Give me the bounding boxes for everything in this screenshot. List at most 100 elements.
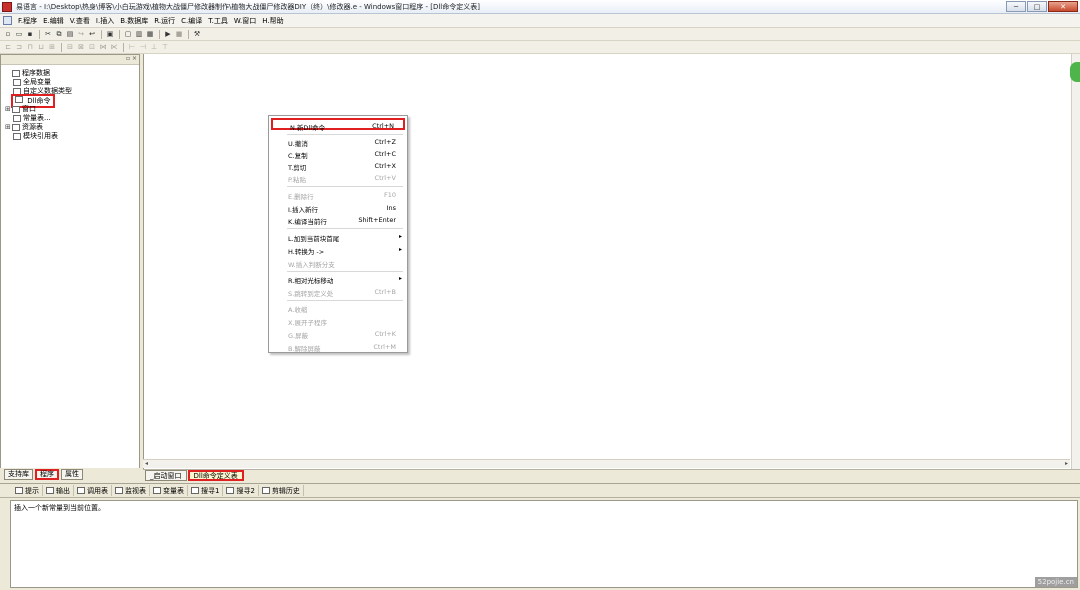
- window-controls: ─ □ ✕: [1006, 1, 1078, 12]
- hint-text-area[interactable]: 插入一个新常量到当前位置。: [10, 500, 1078, 588]
- tab-variables[interactable]: 变量表: [150, 485, 188, 496]
- menu-item-cut[interactable]: T.剪切 Ctrl+X: [269, 160, 407, 172]
- same-size-icon[interactable]: ⊡: [87, 42, 97, 52]
- hspace-icon[interactable]: ⋈: [98, 42, 108, 52]
- find-icon[interactable]: ▣: [105, 29, 115, 39]
- panel-pin-close[interactable]: ▫ ×: [126, 55, 137, 62]
- maximize-button[interactable]: □: [1027, 1, 1047, 12]
- menu-database[interactable]: B.数据库: [117, 16, 151, 26]
- tree-node-constants[interactable]: 常量表...: [5, 114, 139, 123]
- redo-icon[interactable]: ↪: [76, 29, 86, 39]
- menu-item-shortcut: Ctrl+B: [374, 288, 396, 296]
- horizontal-scrollbar[interactable]: ◂ ▸: [143, 459, 1070, 468]
- tab-label: 搜寻1: [201, 486, 220, 495]
- folder-icon: [12, 70, 20, 77]
- menu-item-undo[interactable]: U.撤消 Ctrl+Z: [269, 136, 407, 148]
- menu-item-insert-branch[interactable]: W.插入判断分支: [269, 257, 407, 269]
- menu-item-insert-line[interactable]: I.插入新行 Ins: [269, 202, 407, 214]
- center-h-icon[interactable]: ⊢: [127, 42, 137, 52]
- tree-node-resources[interactable]: ⊞ 资源表: [5, 123, 139, 132]
- tab-support-library[interactable]: 支持库: [4, 468, 33, 480]
- close-button[interactable]: ✕: [1048, 1, 1078, 12]
- menu-item-paste[interactable]: P.粘贴 Ctrl+V: [269, 172, 407, 184]
- tab-hint[interactable]: 提示: [12, 485, 43, 496]
- toolbar-separator: [101, 29, 102, 39]
- tree-node-global-vars[interactable]: 全局变量: [5, 78, 139, 87]
- menu-item-expand-sub[interactable]: X.展开子程序: [269, 315, 407, 327]
- menu-item-add-to-block[interactable]: L.加到当前块首尾 ▸: [269, 231, 407, 243]
- menu-edit[interactable]: E.编辑: [40, 16, 67, 26]
- menu-insert[interactable]: I.插入: [93, 16, 117, 26]
- menu-item-copy[interactable]: C.复制 Ctrl+C: [269, 148, 407, 160]
- menu-item-uncomment[interactable]: B.解除屏蔽 Ctrl+M: [269, 341, 407, 353]
- menu-help[interactable]: H.帮助: [259, 16, 286, 26]
- tab-dll-command-table[interactable]: Dll命令定义表: [187, 470, 244, 481]
- tab-search-1[interactable]: 搜寻1: [188, 485, 224, 496]
- tab-call-table[interactable]: 调用表: [74, 485, 112, 496]
- tab-startup-window[interactable]: _启动窗口: [145, 470, 187, 481]
- align-top-icon[interactable]: ⊔: [36, 42, 46, 52]
- align-middle-icon[interactable]: ⊞: [47, 42, 57, 52]
- variable-icon: [153, 487, 161, 494]
- menu-separator: [287, 228, 403, 229]
- undo-icon[interactable]: ↩: [87, 29, 97, 39]
- menu-run[interactable]: R.运行: [151, 16, 178, 26]
- tree-node-dll-commands[interactable]: Dll命令: [5, 93, 139, 108]
- scroll-right-icon[interactable]: ▸: [1065, 460, 1068, 467]
- tool-icon[interactable]: ⚒: [192, 29, 202, 39]
- lock-icon[interactable]: ⊤: [160, 42, 170, 52]
- align-left-icon[interactable]: ⊏: [3, 42, 13, 52]
- align-center-icon[interactable]: ⊐: [14, 42, 24, 52]
- order-icon[interactable]: ⊥: [149, 42, 159, 52]
- open-file-icon[interactable]: ▭: [14, 29, 24, 39]
- menu-item-convert-to[interactable]: H.转换为 -> ▸: [269, 244, 407, 256]
- tab-label: 搜寻2: [236, 486, 255, 495]
- menu-item-collapse[interactable]: A.收缩: [269, 302, 407, 314]
- layout-icon[interactable]: ▢: [123, 29, 133, 39]
- menu-window[interactable]: W.窗口: [231, 16, 259, 26]
- tree-node-window[interactable]: ⊞ 窗口: [5, 105, 139, 114]
- menu-item-shortcut: Ctrl+M: [373, 343, 396, 351]
- center-v-icon[interactable]: ⊣: [138, 42, 148, 52]
- copy-icon[interactable]: ⧉: [54, 29, 64, 39]
- grid-icon[interactable]: ▦: [145, 29, 155, 39]
- save-icon[interactable]: ▪: [25, 29, 35, 39]
- menu-item-new-dll-command[interactable]: N.新Dll命令 Ctrl+N: [271, 118, 405, 132]
- window-icon[interactable]: ▥: [134, 29, 144, 39]
- menu-program[interactable]: F.程序: [15, 16, 40, 26]
- tree-node-label: 全局变量: [23, 78, 51, 86]
- menu-item-delete-line[interactable]: E.删除行 F10: [269, 189, 407, 201]
- new-file-icon[interactable]: ▫: [3, 29, 13, 39]
- menu-item-relative-move[interactable]: R.相对光标移动 ▸: [269, 273, 407, 285]
- floating-badge[interactable]: [1070, 62, 1080, 82]
- tab-clip-history[interactable]: 剪辑历史: [259, 485, 304, 496]
- menu-view[interactable]: V.查看: [67, 16, 93, 26]
- same-height-icon[interactable]: ⊠: [76, 42, 86, 52]
- tab-output[interactable]: 输出: [43, 485, 74, 496]
- run-icon[interactable]: ▶: [163, 29, 173, 39]
- tree-node-program-data[interactable]: 程序数据: [5, 69, 139, 78]
- menu-tools[interactable]: T.工具: [205, 16, 231, 26]
- paste-icon[interactable]: ▤: [65, 29, 75, 39]
- cut-icon[interactable]: ✂: [43, 29, 53, 39]
- minimize-button[interactable]: ─: [1006, 1, 1026, 12]
- menu-item-comment-out[interactable]: G.屏蔽 Ctrl+K: [269, 328, 407, 340]
- tab-properties[interactable]: 属性: [61, 468, 83, 480]
- stop-icon[interactable]: ■: [174, 29, 184, 39]
- menu-compile[interactable]: C.编译: [178, 16, 205, 26]
- tree-node-module-refs[interactable]: 模块引用表: [5, 132, 139, 141]
- tab-watch[interactable]: 监视表: [112, 485, 150, 496]
- tab-search-2[interactable]: 搜寻2: [223, 485, 259, 496]
- menu-item-label: S.跳转到定义处: [288, 290, 334, 298]
- tree-expander[interactable]: ⊞: [5, 123, 12, 132]
- scroll-left-icon[interactable]: ◂: [145, 460, 148, 467]
- vertical-scrollbar[interactable]: [1071, 54, 1080, 469]
- vspace-icon[interactable]: ⋉: [109, 42, 119, 52]
- align-right-icon[interactable]: ⊓: [25, 42, 35, 52]
- document-icon[interactable]: [3, 16, 12, 25]
- menu-item-compile-line[interactable]: K.编译当前行 Shift+Enter: [269, 214, 407, 226]
- same-width-icon[interactable]: ⊟: [65, 42, 75, 52]
- tab-program[interactable]: 程序: [35, 468, 59, 480]
- tree-expander[interactable]: ⊞: [5, 105, 12, 114]
- menu-item-goto-definition[interactable]: S.跳转到定义处 Ctrl+B: [269, 286, 407, 298]
